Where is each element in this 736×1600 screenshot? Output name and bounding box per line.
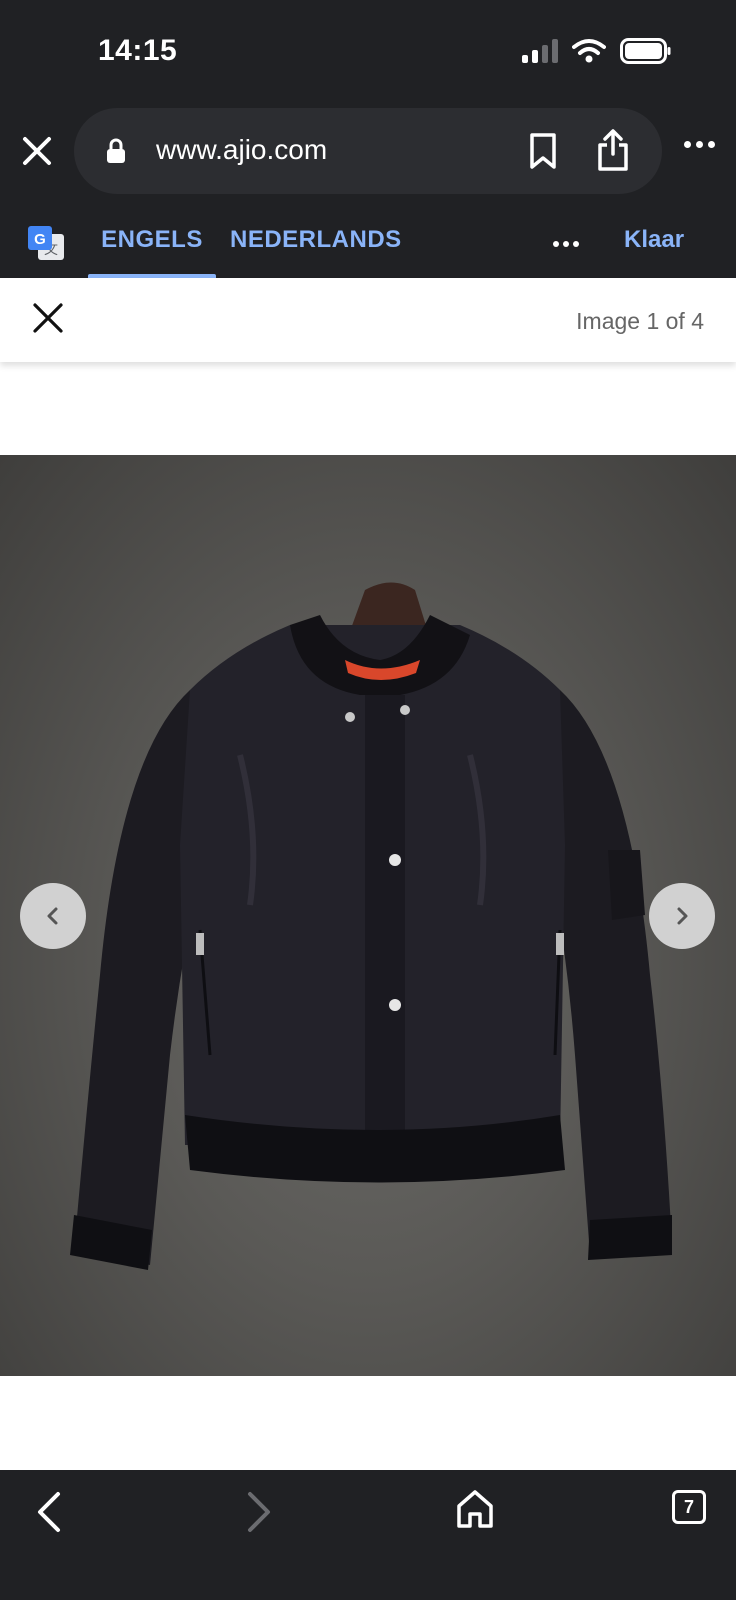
url-text: www.ajio.com [156, 134, 328, 165]
lock-icon [107, 138, 125, 163]
translate-done-button[interactable]: Klaar [624, 226, 684, 254]
status-time: 14:15 [98, 34, 178, 67]
share-icon[interactable] [596, 128, 630, 172]
next-image-button[interactable] [649, 883, 715, 949]
translate-more-icon[interactable] [553, 241, 579, 247]
address-bar[interactable]: www.ajio.com [74, 108, 662, 194]
more-icon[interactable] [684, 141, 715, 148]
tabs-icon[interactable]: 7 [672, 1490, 706, 1524]
close-tab-icon[interactable] [18, 132, 56, 170]
bottom-toolbar: 7 [0, 1470, 736, 1600]
close-icon[interactable] [32, 302, 64, 334]
home-icon[interactable] [454, 1488, 496, 1530]
signal-icon [522, 39, 558, 63]
status-icons [522, 38, 672, 64]
product-image [0, 455, 736, 1376]
google-translate-icon: 文 G [28, 226, 64, 260]
image-counter: Image 1 of 4 [576, 308, 704, 334]
chevron-right-icon [677, 907, 688, 925]
wifi-icon [572, 39, 606, 63]
forward-icon[interactable] [244, 1490, 274, 1534]
svg-text:G: G [34, 231, 46, 248]
viewer-header: Image 1 of 4 [0, 278, 736, 362]
tab-source-language[interactable]: ENGELS [88, 226, 216, 278]
chevron-left-icon [47, 907, 58, 925]
back-icon[interactable] [34, 1490, 64, 1534]
tab-target-language[interactable]: NEDERLANDS [230, 226, 402, 254]
battery-icon [620, 38, 671, 64]
previous-image-button[interactable] [20, 883, 86, 949]
bookmark-icon[interactable] [528, 132, 558, 170]
browser-chrome: 14:15 www.ajio.com 文 G ENGELS NEDERLANDS… [0, 0, 736, 278]
jacket-illustration [70, 582, 672, 1270]
